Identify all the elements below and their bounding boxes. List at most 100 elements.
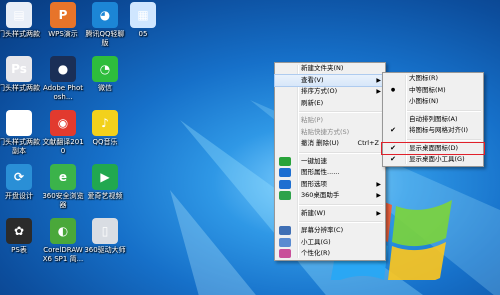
context-menu-item[interactable]: 图形属性...... (275, 167, 385, 179)
desktop-icon[interactable]: ◐ CorelDRAW X6 SP1 简... (41, 218, 85, 264)
desktop-app-icon: ◔ (92, 56, 118, 82)
view-submenu: 大图标(R) ● 中等图标(M) 小图标(N) 自动排列图标(A) ✔ 将图标与网格对齐(I… (381, 72, 485, 167)
desktop-icon[interactable]: e 360安全浏览器 (41, 164, 85, 210)
desktop-app-icon: e (50, 164, 76, 190)
view-submenu-item[interactable]: ✔ 显示桌面小工具(G) (383, 154, 483, 166)
desktop-app-icon: ▤ (6, 110, 32, 136)
desktop-icon-label: 门头样式两款副本 (0, 138, 40, 155)
desktop-app-icon: ✿ (6, 218, 32, 244)
menu-item-label: 粘贴快捷方式(S) (301, 127, 350, 136)
submenu-arrow-icon: ▶ (376, 180, 381, 188)
desktop-icon[interactable]: ▶ 爱奇艺视频 (83, 164, 127, 201)
menu-item-label: 屏幕分辨率(C) (301, 226, 344, 234)
menu-separator (299, 203, 383, 206)
desktop-icon[interactable]: ▤ 门头样式两款副本 (0, 110, 41, 156)
desktop-app-icon: ▯ (92, 218, 118, 244)
gadgets-icon (279, 237, 291, 247)
desktop-assistant-icon (279, 191, 291, 200)
personalize-icon (279, 249, 291, 258)
menu-separator (299, 151, 383, 154)
desktop-icon[interactable]: ◉ 文献翻译2010 (41, 110, 85, 156)
menu-item-label: 将图标与网格对齐(I) (409, 126, 468, 134)
desktop-icon[interactable]: ▤ 门头样式两款 (0, 2, 41, 39)
desktop-icon-label: QQ音乐 (92, 138, 118, 146)
view-submenu-item[interactable]: ✔ 显示桌面图标(D) (381, 141, 485, 155)
menu-separator (407, 138, 481, 141)
desktop-icon[interactable]: ⟳ 开盘设计 (0, 164, 41, 201)
desktop-icon-label: 360安全浏览器 (42, 192, 84, 209)
desktop-icon-label: 文献翻译2010 (42, 138, 84, 155)
speedup-icon (279, 156, 291, 166)
desktop-icon-label: 微信 (98, 84, 112, 92)
desktop-app-icon: ◉ (50, 110, 76, 136)
menu-item-label: 中等图标(M) (409, 85, 446, 94)
desktop-app-icon: ♪ (92, 110, 118, 136)
submenu-arrow-icon: ▶ (376, 192, 381, 199)
submenu-arrow-icon: ▶ (376, 76, 381, 84)
menu-item-label: 排序方式(O) (301, 87, 338, 95)
desktop-icon-label: 05 (138, 30, 148, 38)
context-menu-item[interactable]: 360桌面助手 ▶ (275, 190, 385, 202)
screen-resolution-icon (279, 226, 291, 235)
context-menu-item[interactable]: 新建(W) ▶ (275, 208, 385, 220)
menu-item-label: 粘贴(P) (301, 116, 323, 124)
desktop-app-icon: ▤ (6, 2, 32, 28)
menu-item-label: 小工具(G) (301, 237, 331, 246)
desktop-icon[interactable]: ✿ PS表 (0, 218, 41, 255)
desktop-app-icon: P (50, 2, 76, 28)
view-submenu-item[interactable]: 小图标(N) (383, 96, 483, 108)
menu-item-label: 图形选项 (301, 179, 327, 188)
menu-item-label: 一键加速 (301, 156, 327, 165)
view-submenu-item[interactable]: ● 中等图标(M) (383, 85, 483, 97)
menu-item-label: 查看(V) (301, 75, 324, 84)
desktop-context-menu: 新建文件夹(N) 查看(V) ▶ 排序方式(O) ▶ 刷新(E) 粘贴(P) 粘贴快捷方式(S… (274, 62, 386, 261)
desktop-icon-label: CorelDRAW X6 SP1 简... (42, 246, 84, 263)
menu-item-label: 个性化(R) (301, 249, 331, 257)
desktop-app-icon: ◕ (92, 2, 118, 28)
context-menu-item[interactable]: 图形选项 ▶ (275, 179, 385, 191)
checkmark-icon: ✔ (390, 126, 396, 134)
desktop-icon-label: WPS演示 (48, 30, 78, 38)
desktop-icon[interactable]: Ps 门头样式两款 (0, 56, 41, 93)
submenu-arrow-icon: ▶ (376, 88, 381, 95)
graphics-properties-icon (279, 168, 291, 177)
graphics-options-icon (279, 179, 291, 189)
menu-item-shortcut: Ctrl+Z (357, 139, 379, 147)
menu-separator (299, 111, 383, 113)
desktop-icon-label: Adobe Photosh... (42, 84, 84, 101)
context-menu-item[interactable]: 撤消 删除(U) Ctrl+Z (275, 138, 385, 150)
menu-item-label: 360桌面助手 (301, 191, 340, 199)
desktop-icon[interactable]: P WPS演示 (41, 2, 85, 39)
view-submenu-item[interactable]: ✔ 将图标与网格对齐(I) (383, 125, 483, 137)
menu-item-label: 显示桌面小工具(G) (409, 155, 465, 163)
view-submenu-item[interactable]: 自动排列图标(A) (383, 114, 483, 126)
context-menu-item[interactable]: 新建文件夹(N) (275, 63, 385, 75)
context-menu-item[interactable]: 查看(V) ▶ (274, 73, 386, 87)
desktop-icon[interactable]: ▦ 05 (121, 2, 165, 39)
context-menu-item[interactable]: 一键加速 (275, 156, 385, 168)
desktop-app-icon: ◐ (50, 218, 76, 244)
desktop-icon-label: 360驱动大师 (84, 246, 126, 254)
desktop-app-icon: ⟳ (6, 164, 32, 190)
context-menu-item[interactable]: 个性化(R) (275, 248, 385, 260)
context-menu-item[interactable]: 粘贴(P) (275, 115, 385, 127)
menu-item-label: 大图标(R) (409, 74, 439, 82)
submenu-arrow-icon: ▶ (376, 209, 381, 217)
context-menu-item[interactable]: 小工具(G) (275, 237, 385, 249)
context-menu-item[interactable]: 刷新(E) (275, 98, 385, 110)
context-menu-item[interactable]: 屏幕分辨率(C) (275, 225, 385, 237)
desktop-icon[interactable]: ▯ 360驱动大师 (83, 218, 127, 255)
desktop-icon-label: PS表 (11, 246, 27, 254)
desktop-icon[interactable]: ♪ QQ音乐 (83, 110, 127, 147)
desktop-icon[interactable]: ● Adobe Photosh... (41, 56, 85, 102)
radio-dot-icon: ● (390, 86, 396, 93)
menu-separator (299, 221, 383, 223)
view-submenu-item[interactable]: 大图标(R) (383, 73, 483, 85)
menu-item-label: 新建(W) (301, 208, 326, 217)
context-menu-item[interactable]: 排序方式(O) ▶ (275, 86, 385, 98)
desktop-icon-label: 门头样式两款 (0, 84, 40, 92)
context-menu-item[interactable]: 粘贴快捷方式(S) (275, 127, 385, 139)
desktop-icon-label: 爱奇艺视频 (87, 192, 123, 200)
desktop-icon[interactable]: ◔ 微信 (83, 56, 127, 93)
menu-item-label: 小图标(N) (409, 97, 439, 105)
